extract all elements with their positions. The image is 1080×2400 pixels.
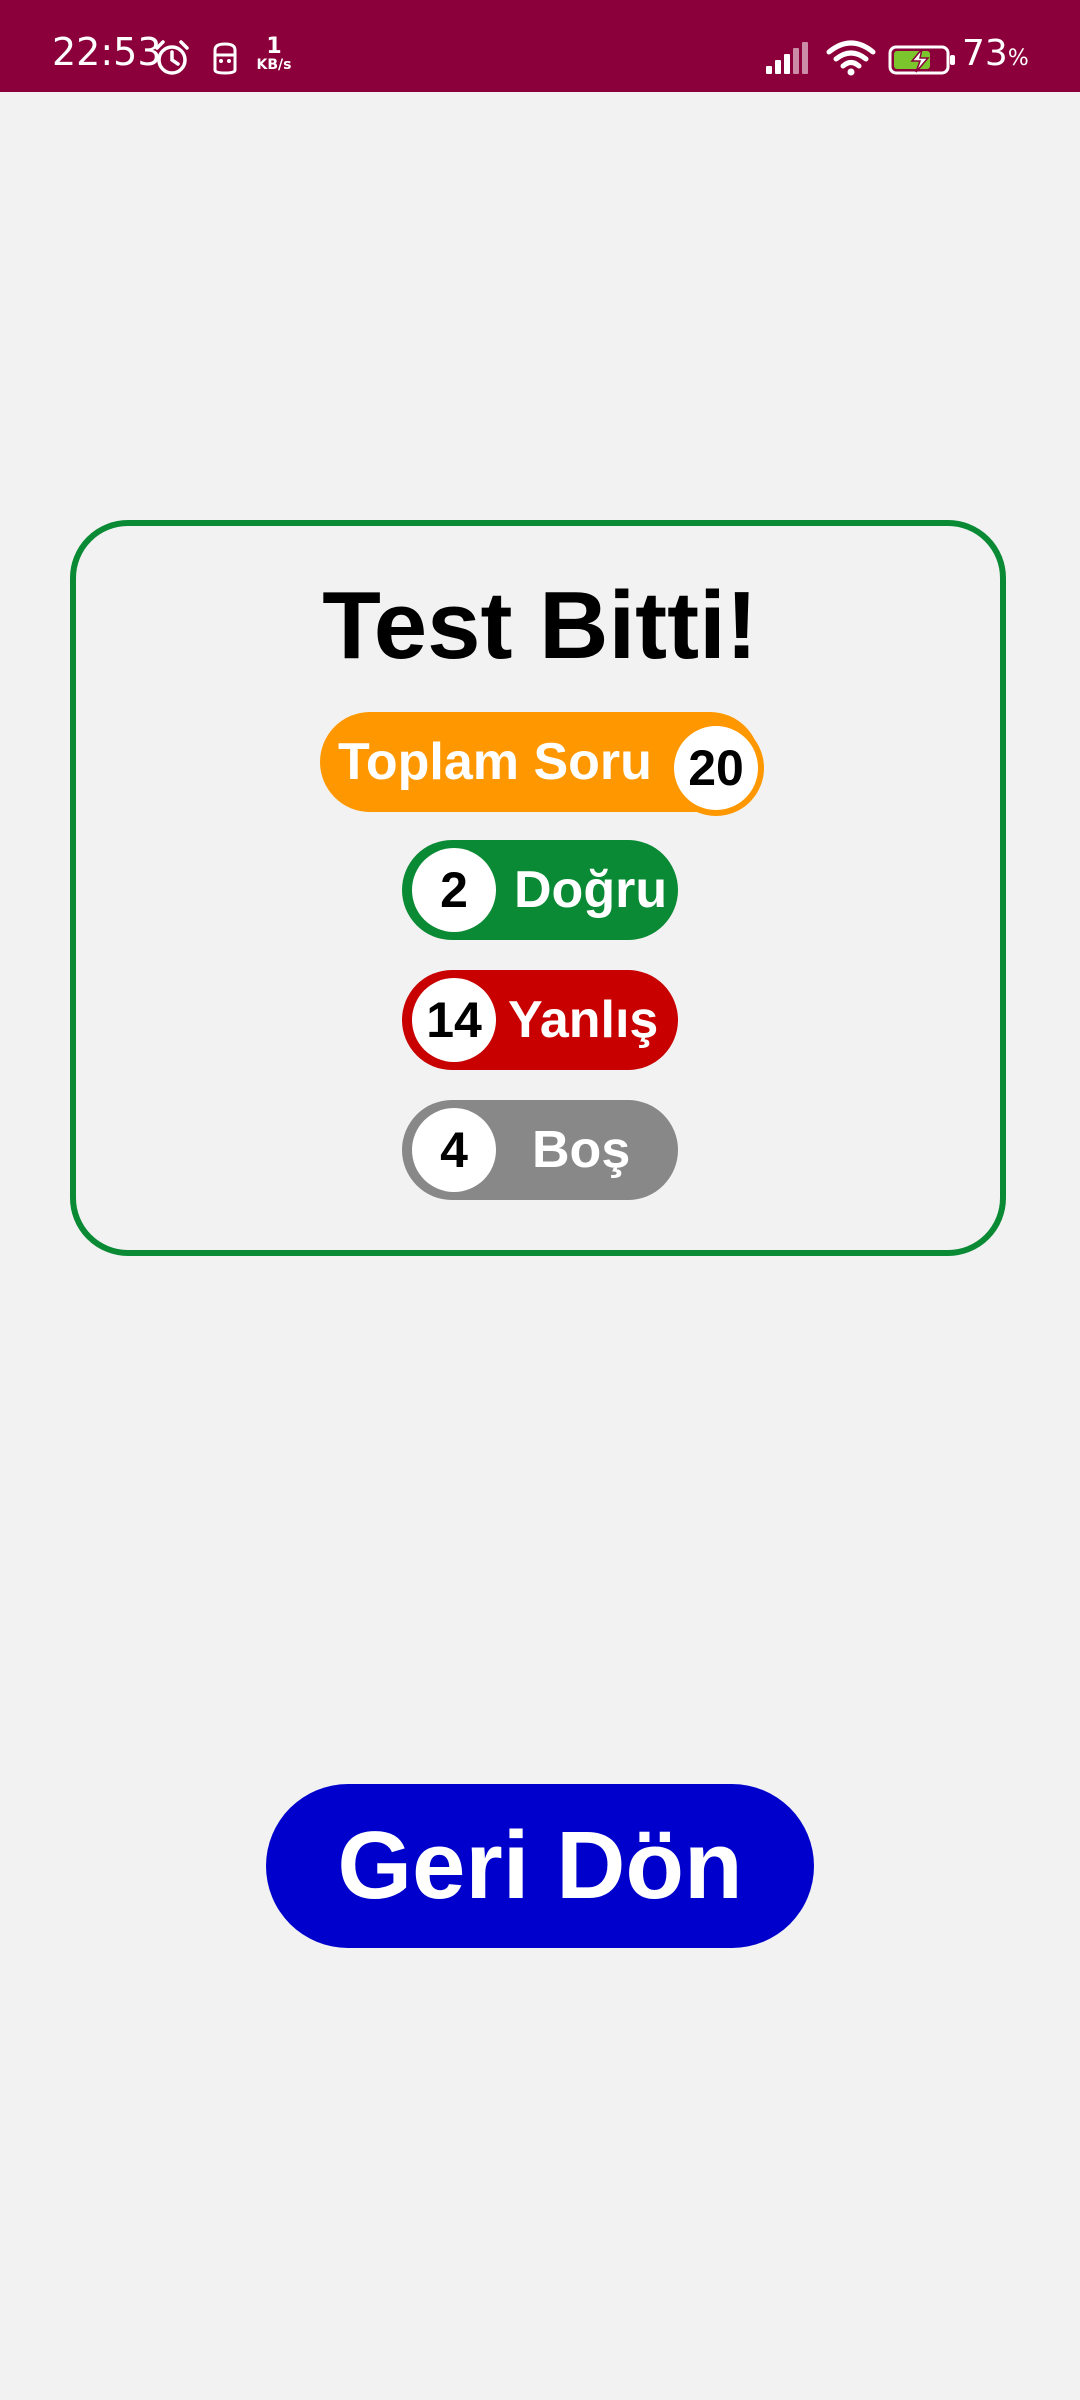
result-title: Test Bitti! xyxy=(322,572,758,679)
correct-answers-label: Doğru xyxy=(514,861,668,919)
back-button[interactable]: Geri Dön xyxy=(266,1784,814,1948)
wrong-answers-label: Yanlış xyxy=(508,991,659,1049)
total-questions-count: 20 xyxy=(668,720,764,816)
wrong-answers-badge: 14 Yanlış xyxy=(402,970,678,1070)
wifi-icon xyxy=(826,40,876,81)
wrong-answers-count: 14 xyxy=(412,978,496,1062)
network-speed-value: 1 xyxy=(266,34,282,59)
alarm-icon xyxy=(152,38,192,83)
battery-percentage: 73% xyxy=(962,31,1029,82)
correct-answers-count: 2 xyxy=(412,848,496,932)
network-speed-unit: KB/s xyxy=(256,57,292,73)
empty-answers-badge: 4 Boş xyxy=(402,1100,678,1200)
empty-answers-count: 4 xyxy=(412,1108,496,1192)
empty-answers-label: Boş xyxy=(532,1121,631,1179)
app-notification-icon xyxy=(210,40,240,81)
signal-icon xyxy=(764,40,814,81)
correct-answers-badge: 2 Doğru xyxy=(402,840,678,940)
battery-level: 73 xyxy=(962,33,1008,74)
status-time: 22:53 xyxy=(52,30,162,74)
battery-unit: % xyxy=(1007,46,1029,71)
total-questions-label: Toplam Soru xyxy=(338,733,652,791)
battery-charging-icon xyxy=(888,44,958,81)
total-questions-badge: Toplam Soru 20 xyxy=(320,712,764,816)
status-bar: 22:53 1 KB/s 73% xyxy=(0,0,1080,92)
network-speed: 1 KB/s xyxy=(254,34,294,73)
